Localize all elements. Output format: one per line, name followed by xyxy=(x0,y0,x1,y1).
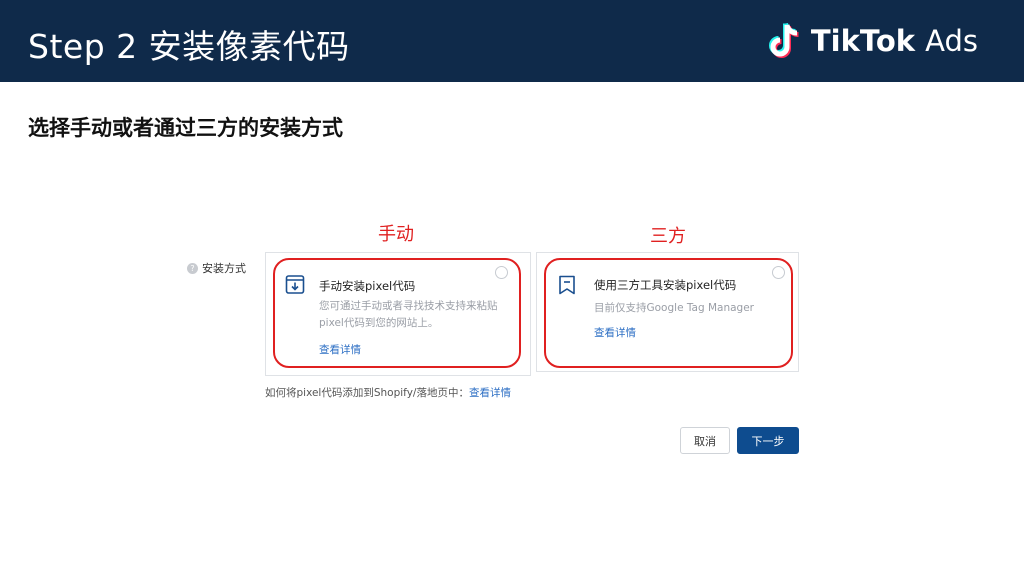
slide-title: Step 2 安装像素代码 xyxy=(28,27,350,66)
cancel-button[interactable]: 取消 xyxy=(680,427,730,454)
radio-manual[interactable] xyxy=(495,266,508,279)
shopify-help-link[interactable]: 查看详情 xyxy=(469,387,511,399)
shopify-help-label: 如何将pixel代码添加到Shopify/落地页中： xyxy=(265,387,469,399)
install-method-label: ? 安装方式 xyxy=(187,260,246,276)
bookmark-icon xyxy=(559,275,575,295)
option-link-third-party[interactable]: 查看详情 xyxy=(594,325,636,340)
install-method-label-text: 安装方式 xyxy=(202,262,246,275)
option-description-manual: 您可通过手动或者寻找技术支持来粘贴pixel代码到您的网站上。 xyxy=(319,300,498,329)
brand-text: TikTok Ads xyxy=(811,24,978,58)
option-link-manual[interactable]: 查看详情 xyxy=(319,342,361,357)
option-title-third-party: 使用三方工具安装pixel代码 xyxy=(594,278,737,292)
subheading: 选择手动或者通过三方的安装方式 xyxy=(28,116,343,140)
brand-suffix: Ads xyxy=(925,24,978,58)
annotation-third-party: 三方 xyxy=(650,226,686,247)
next-button[interactable]: 下一步 xyxy=(737,427,799,454)
help-circle-icon[interactable]: ? xyxy=(187,262,198,274)
shopify-help-text: 如何将pixel代码添加到Shopify/落地页中：查看详情 xyxy=(265,385,511,400)
option-title-manual: 手动安装pixel代码 xyxy=(319,279,416,293)
header-bar: Step 2 安装像素代码 TikTok Ads xyxy=(0,0,1024,82)
annotation-manual: 手动 xyxy=(378,224,414,245)
tiktok-ads-logo: TikTok Ads xyxy=(767,18,978,64)
radio-third-party[interactable] xyxy=(772,266,785,279)
download-box-icon xyxy=(285,275,305,294)
tiktok-note-icon xyxy=(768,22,799,58)
option-description-third-party: 目前仅支持Google Tag Manager xyxy=(594,302,755,314)
brand-name: TikTok xyxy=(810,24,916,58)
